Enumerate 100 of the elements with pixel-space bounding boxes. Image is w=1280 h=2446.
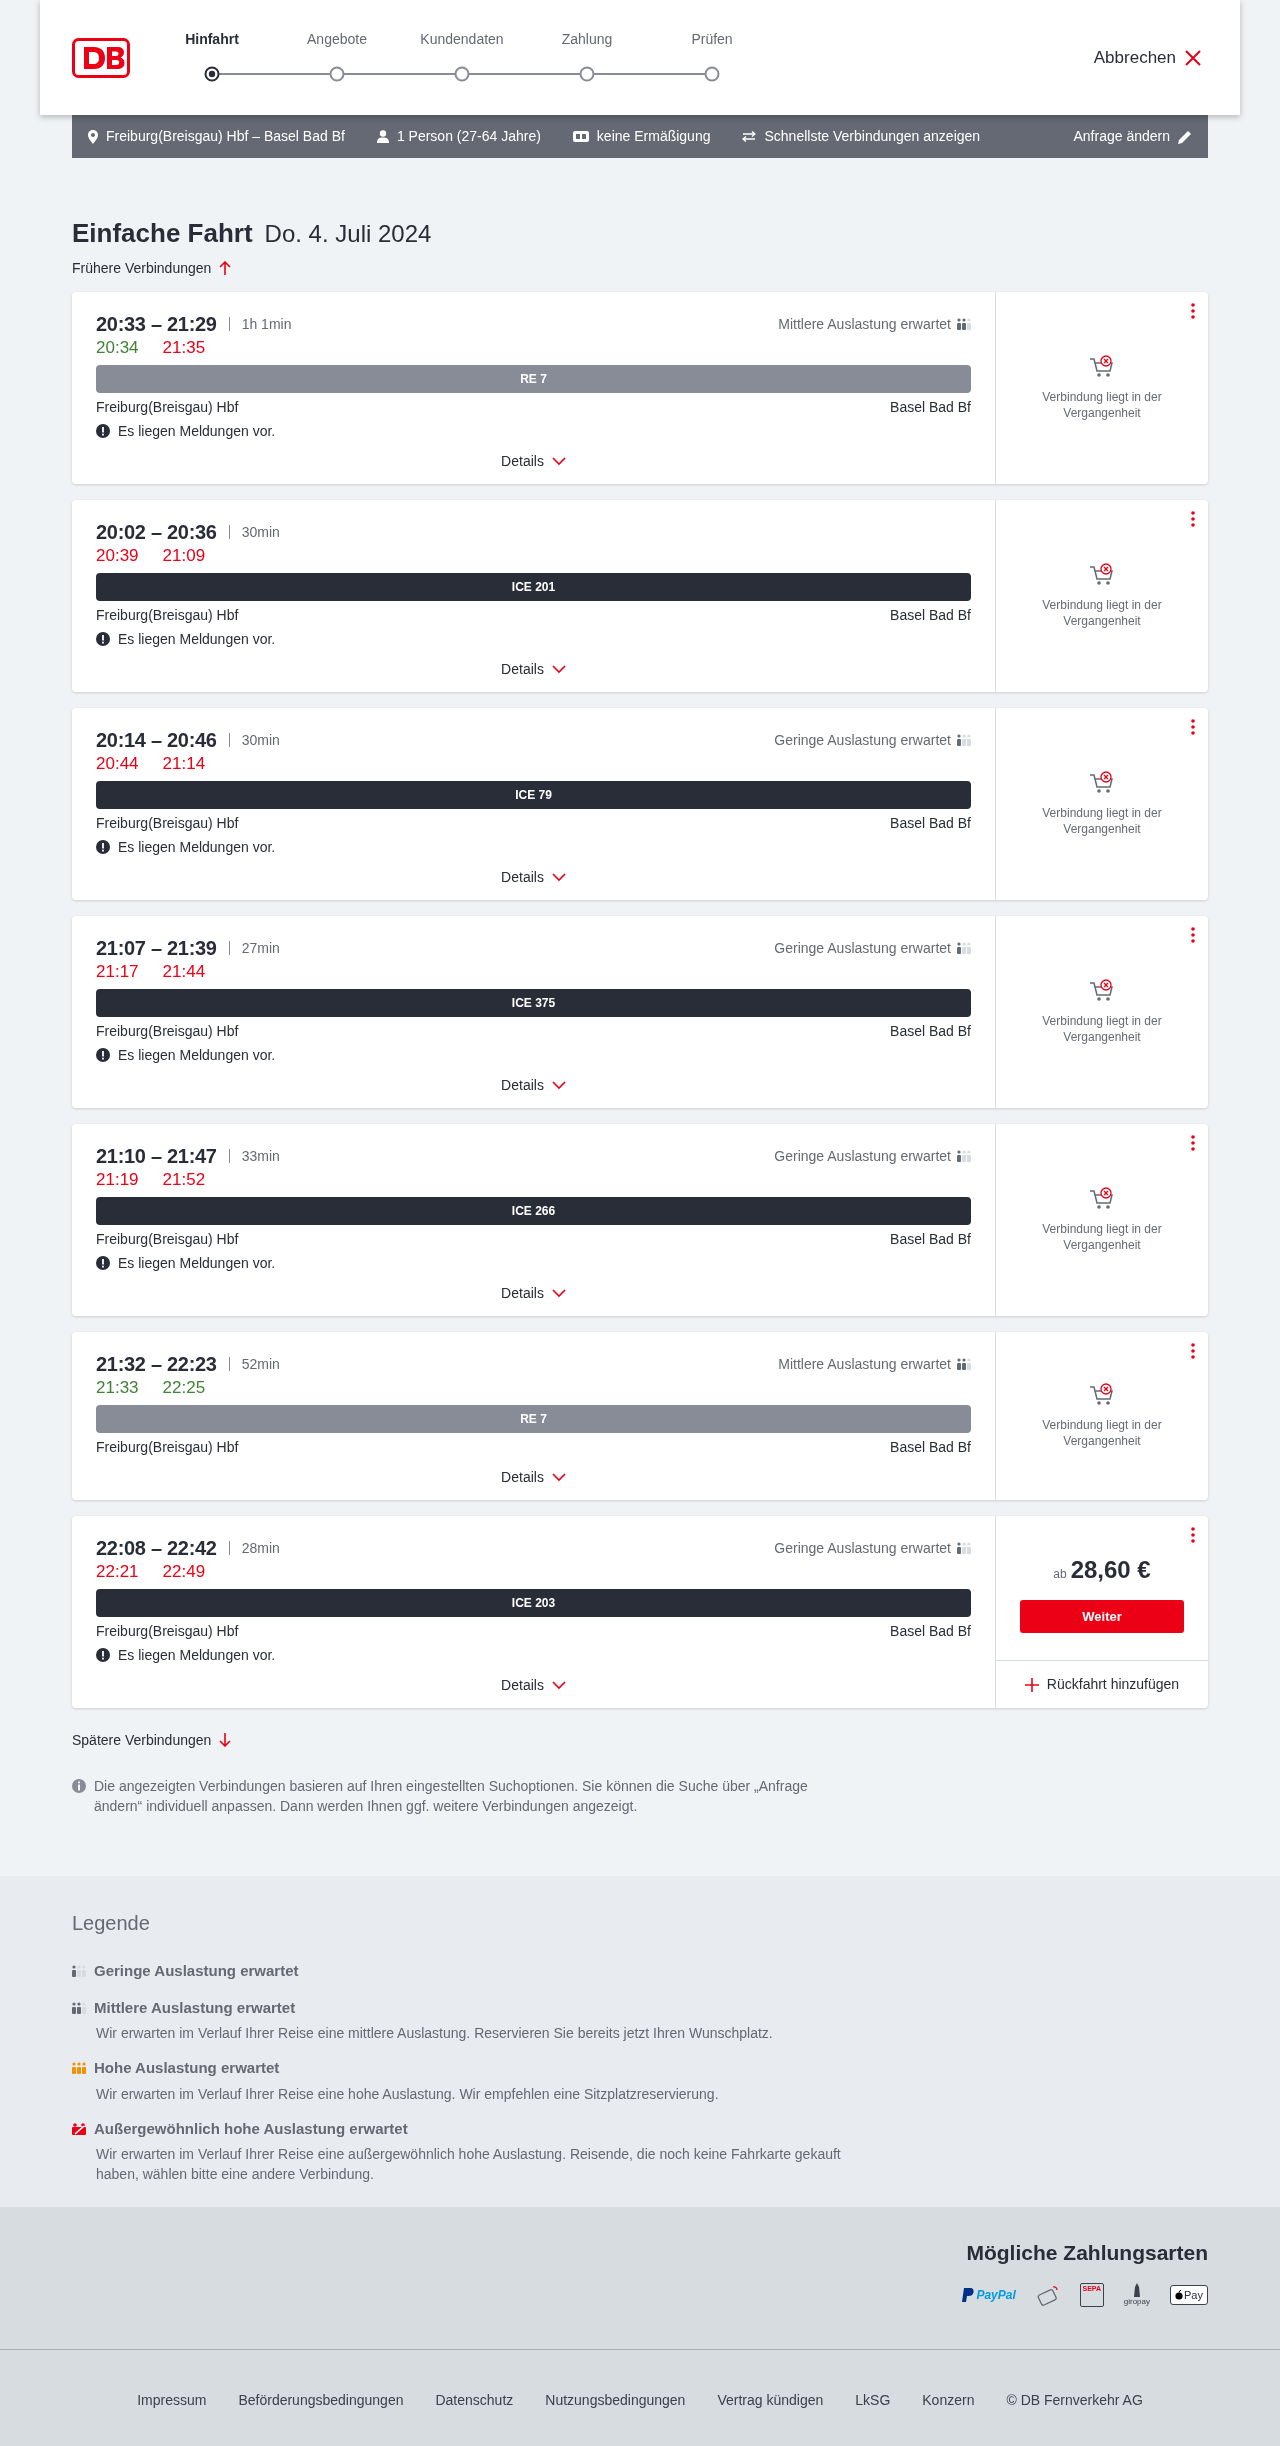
later-connections-link[interactable]: Spätere Verbindungen bbox=[72, 1728, 232, 1752]
occupancy-text: Geringe Auslastung erwartet bbox=[774, 730, 951, 750]
details-button[interactable]: Details bbox=[501, 658, 566, 680]
actual-time: 20:34 bbox=[96, 337, 139, 360]
actual-time: 21:35 bbox=[162, 337, 206, 360]
legend-title: Legende bbox=[72, 1911, 151, 1936]
footer-link[interactable]: LkSG bbox=[855, 2389, 891, 2411]
notice-text: Es liegen Meldungen vor. bbox=[118, 1645, 276, 1665]
departure-arrival-times: 20:02 – 20:36 bbox=[96, 520, 217, 545]
occupancy-icon bbox=[957, 1542, 971, 1554]
more-options-icon[interactable] bbox=[1190, 302, 1196, 320]
footer-link[interactable]: Impressum bbox=[137, 2389, 207, 2411]
actual-time: 21:17 bbox=[96, 961, 139, 984]
close-icon bbox=[1184, 48, 1202, 67]
departure-arrival-times: 20:33 – 21:29 bbox=[96, 312, 217, 337]
footer-link[interactable]: © DB Fernverkehr AG bbox=[1006, 2389, 1143, 2411]
destination-station: Basel Bad Bf bbox=[890, 1437, 971, 1457]
step-label: Zahlung bbox=[561, 29, 613, 49]
notice-text: Es liegen Meldungen vor. bbox=[118, 837, 276, 857]
more-options-icon[interactable] bbox=[1190, 926, 1196, 944]
chevron-down-icon bbox=[551, 1080, 566, 1090]
pencil-icon bbox=[1178, 129, 1192, 144]
summary-text: 1 Person (27-64 Jahre) bbox=[396, 127, 541, 146]
add-return-trip-button[interactable]: Rückfahrt hinzufügen bbox=[996, 1660, 1208, 1708]
duration: 30min bbox=[241, 730, 280, 750]
legend-item-description: Wir erwarten im Verlauf Ihrer Reise eine außergewöhnlich hohe Auslastung. Reisende, die noch keine Fahrkarte gekauft haben, wählen bitte eine andere Verbindung. bbox=[96, 2145, 842, 2184]
edit-request-button[interactable]: Anfrage ändern bbox=[1073, 126, 1192, 147]
occupancy-text: Geringe Auslastung erwartet bbox=[774, 1146, 951, 1166]
footer-link[interactable]: Beförderungsbedingungen bbox=[238, 2389, 404, 2411]
duration: 27min bbox=[241, 938, 280, 958]
exclamation-icon bbox=[96, 424, 110, 438]
destination-station: Basel Bad Bf bbox=[890, 605, 971, 625]
occupancy-icon bbox=[72, 2122, 86, 2135]
train-bar[interactable]: ICE 266 bbox=[96, 1197, 971, 1225]
notice-text: Es liegen Meldungen vor. bbox=[118, 1045, 276, 1065]
chevron-down-icon bbox=[551, 1288, 566, 1298]
chevron-down-icon bbox=[551, 456, 566, 466]
exclamation-icon bbox=[96, 632, 110, 646]
occupancy-icon bbox=[72, 2062, 86, 2075]
details-button[interactable]: Details bbox=[501, 1674, 566, 1696]
step-label: Hinfahrt bbox=[185, 29, 239, 49]
duration: 33min bbox=[241, 1146, 280, 1166]
footer-link[interactable]: Vertrag kündigen bbox=[717, 2389, 824, 2411]
details-button[interactable]: Details bbox=[501, 1466, 566, 1488]
details-button[interactable]: Details bbox=[501, 450, 566, 472]
step-label: Angebote bbox=[307, 29, 367, 49]
earlier-connections-link[interactable]: Frühere Verbindungen bbox=[72, 256, 232, 280]
more-options-icon[interactable] bbox=[1190, 718, 1196, 736]
chevron-down-icon bbox=[551, 872, 566, 882]
destination-station: Basel Bad Bf bbox=[890, 1229, 971, 1249]
train-bar[interactable]: ICE 375 bbox=[96, 989, 971, 1017]
actual-time: 21:52 bbox=[162, 1169, 206, 1192]
destination-station: Basel Bad Bf bbox=[890, 813, 971, 833]
footer-link[interactable]: Konzern bbox=[922, 2389, 975, 2411]
more-options-icon[interactable] bbox=[1190, 510, 1196, 528]
footer-link[interactable]: Nutzungsbedingungen bbox=[545, 2389, 686, 2411]
apple-pay-badge: Pay bbox=[1170, 2284, 1208, 2305]
notice-text: Es liegen Meldungen vor. bbox=[118, 421, 276, 441]
legend-item-title: Hohe Auslastung erwartet bbox=[94, 2058, 280, 2078]
paypal-icon bbox=[962, 2287, 975, 2302]
legend-item-description: Wir erwarten im Verlauf Ihrer Reise eine mittlere Auslastung. Reservieren Sie bereits jetzt Ihren Wunschplatz. bbox=[96, 2024, 774, 2043]
unavailable-message: Verbindung liegt in der Vergangenheit bbox=[1041, 389, 1163, 421]
duration: 28min bbox=[241, 1538, 280, 1558]
occupancy-text: Mittlere Auslastung erwartet bbox=[778, 314, 951, 334]
departure-arrival-times: 21:07 – 21:39 bbox=[96, 936, 217, 961]
occupancy-text: Mittlere Auslastung erwartet bbox=[778, 1354, 951, 1374]
train-bar[interactable]: ICE 201 bbox=[96, 573, 971, 601]
arrow-down-icon bbox=[219, 1733, 232, 1747]
exclamation-icon bbox=[96, 840, 110, 854]
more-options-icon[interactable] bbox=[1190, 1134, 1196, 1152]
footer-link[interactable]: Datenschutz bbox=[435, 2389, 514, 2411]
info-icon bbox=[72, 1779, 86, 1793]
details-button[interactable]: Details bbox=[501, 1074, 566, 1096]
occupancy-icon bbox=[957, 942, 971, 954]
actual-time: 22:25 bbox=[162, 1377, 206, 1400]
details-button[interactable]: Details bbox=[501, 866, 566, 888]
more-options-icon[interactable] bbox=[1190, 1342, 1196, 1360]
origin-station: Freiburg(Breisgau) Hbf bbox=[96, 605, 239, 625]
unavailable-message: Verbindung liegt in der Vergangenheit bbox=[1041, 1417, 1163, 1449]
db-logo bbox=[72, 37, 130, 78]
swap-arrows-icon bbox=[742, 131, 757, 142]
step-label: Kundendaten bbox=[420, 29, 504, 49]
continue-button[interactable]: Weiter bbox=[1020, 1600, 1184, 1633]
chevron-down-icon bbox=[551, 1680, 566, 1690]
occupancy-icon bbox=[957, 1150, 971, 1162]
unavailable-message: Verbindung liegt in der Vergangenheit bbox=[1041, 597, 1163, 629]
cart-unavailable-icon bbox=[1089, 563, 1115, 587]
train-bar[interactable]: ICE 79 bbox=[96, 781, 971, 809]
plus-icon bbox=[1024, 1677, 1039, 1692]
more-options-icon[interactable] bbox=[1190, 1526, 1196, 1544]
departure-arrival-times: 21:32 – 22:23 bbox=[96, 1352, 217, 1377]
train-bar[interactable]: ICE 203 bbox=[96, 1589, 971, 1617]
cancel-button[interactable]: Abbrechen bbox=[1087, 43, 1208, 72]
occupancy-icon bbox=[957, 1358, 971, 1370]
origin-station: Freiburg(Breisgau) Hbf bbox=[96, 813, 239, 833]
destination-station: Basel Bad Bf bbox=[890, 397, 971, 417]
legend-item-description: Wir erwarten im Verlauf Ihrer Reise eine hohe Auslastung. Wir empfehlen eine Sitzplatzreservierung. bbox=[96, 2084, 720, 2104]
details-button[interactable]: Details bbox=[501, 1282, 566, 1304]
occupancy-icon bbox=[72, 1965, 86, 1978]
occupancy-icon bbox=[72, 2001, 86, 2014]
